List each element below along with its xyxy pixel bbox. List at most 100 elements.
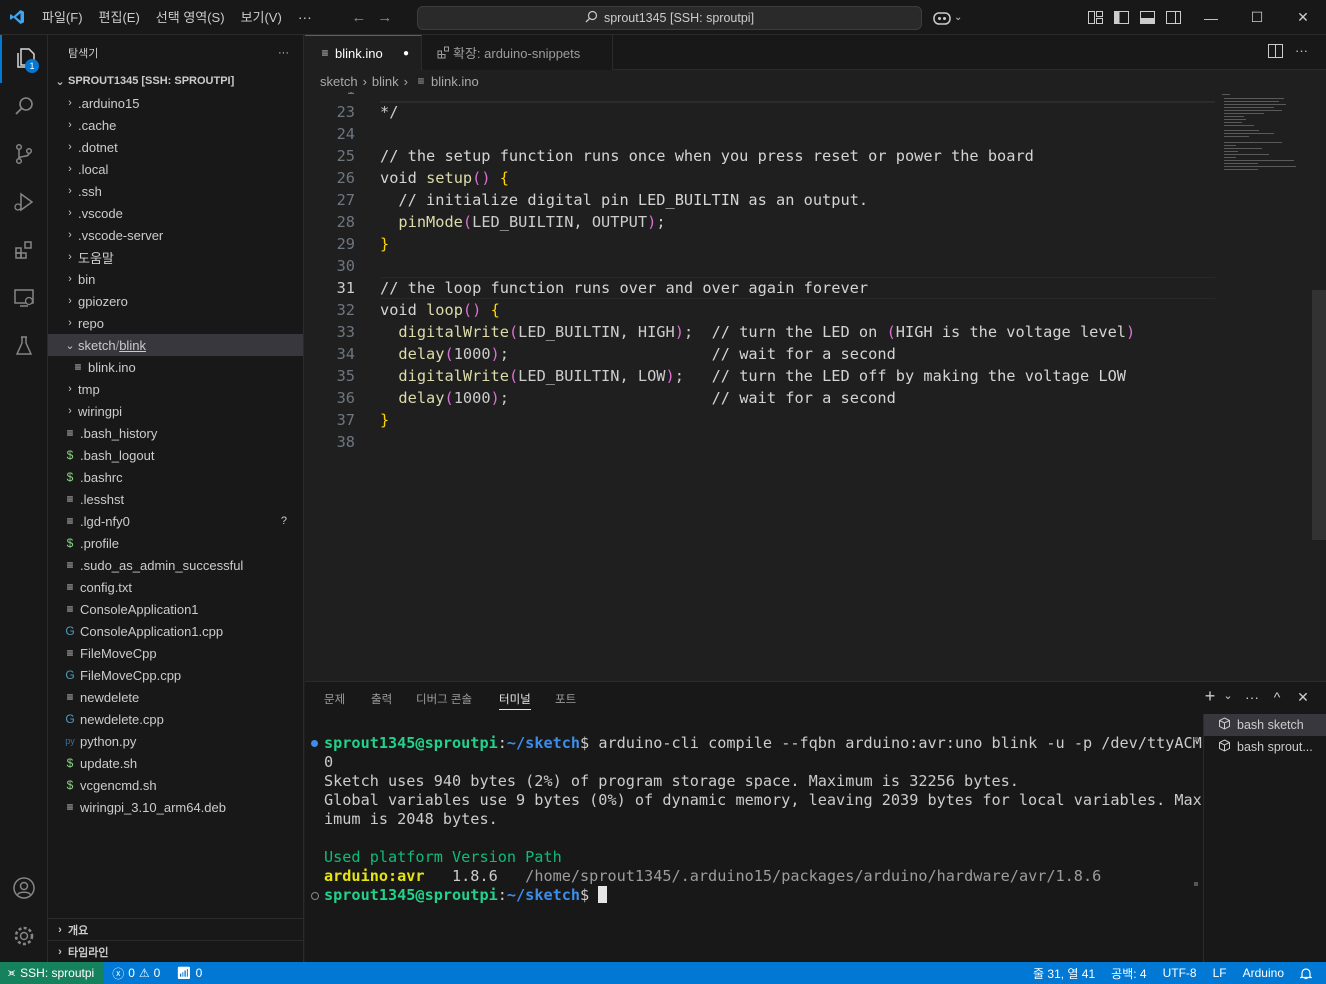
folder-item[interactable]: › gpiozero [48, 290, 303, 312]
close-panel-button[interactable]: ✕ [1292, 689, 1314, 706]
file-item[interactable]: ≡ .lgd-nfy0? [48, 510, 303, 532]
copilot-button[interactable]: ⌄ [932, 0, 962, 35]
code-text: digitalWrite(LED_BUILTIN, LOW); // turn … [398, 367, 1127, 385]
split-editor-icon[interactable] [1268, 44, 1283, 61]
customize-layout-icon[interactable] [1082, 0, 1108, 35]
breadcrumb-blink[interactable]: blink [372, 74, 399, 89]
folder-item[interactable]: › wiringpi [48, 400, 303, 422]
terminal-line: arduino:avr 1.8.6 /home/sprout1345/.ardu… [324, 867, 1101, 886]
folder-item[interactable]: › .local [48, 158, 303, 180]
tab-terminal[interactable]: 터미널 [499, 682, 531, 716]
folder-item[interactable]: › .dotnet [48, 136, 303, 158]
file-item[interactable]: $ vcgencmd.sh [48, 774, 303, 796]
problems-status[interactable]: ⓧ 0 ⚠ 0 [104, 965, 168, 982]
file-item[interactable]: G ConsoleApplication1.cpp [48, 620, 303, 642]
terminal-item-bash-sprout[interactable]: bash sprout... [1204, 736, 1326, 758]
tree-item-label: .vscode-server [78, 227, 164, 243]
folder-item[interactable]: › bin [48, 268, 303, 290]
explorer-more-button[interactable]: ··· [278, 47, 289, 59]
file-item[interactable]: ≡ config.txt [48, 576, 303, 598]
file-item[interactable]: ≡ wiringpi_3.10_arm64.deb [48, 796, 303, 818]
folder-item[interactable]: › .vscode-server [48, 224, 303, 246]
file-item[interactable]: $ .bash_logout [48, 444, 303, 466]
folder-item[interactable]: › .ssh [48, 180, 303, 202]
tab-output[interactable]: 출력 [371, 682, 392, 716]
file-item[interactable]: ≡ .bash_history [48, 422, 303, 444]
workspace-root[interactable]: ⌄ SPROUT1345 [SSH: SPROUTPI] [48, 70, 303, 92]
ports-status[interactable]: 📶︎ 0 [168, 966, 210, 980]
tree-item-label[interactable]: blink [119, 338, 146, 353]
file-item[interactable]: ≡ .sudo_as_admin_successful [48, 554, 303, 576]
file-item[interactable]: ≡ .lesshst [48, 488, 303, 510]
file-item[interactable]: $ .bashrc [48, 466, 303, 488]
outline-section[interactable]: › 개요 [48, 918, 303, 940]
toggle-primary-sidebar-icon[interactable] [1108, 0, 1134, 35]
folder-item[interactable]: › repo [48, 312, 303, 334]
menu-edit[interactable]: 편집(E) [91, 0, 148, 35]
forward-arrow-icon[interactable]: → [372, 9, 398, 26]
minimize-button[interactable]: — [1188, 0, 1234, 35]
file-item[interactable]: G FileMoveCpp.cpp [48, 664, 303, 686]
manage-button[interactable] [0, 913, 48, 961]
tab-problems[interactable]: 문제 [324, 682, 345, 716]
end-of-line[interactable]: LF [1205, 966, 1235, 980]
back-arrow-icon[interactable]: ← [346, 9, 372, 26]
extensions-button[interactable] [0, 227, 48, 275]
folder-item[interactable]: › 도움말 [48, 246, 303, 268]
panel-more-button[interactable]: ··· [1241, 689, 1263, 705]
toggle-panel-icon[interactable] [1134, 0, 1160, 35]
tab-extension-arduino-snippets[interactable]: 확장: arduino-snippets [423, 35, 613, 70]
terminal-item-bash-sketch[interactable]: bash sketch [1204, 714, 1326, 736]
menu-view[interactable]: 보기(V) [233, 0, 290, 35]
file-item[interactable]: Gnewdelete.cpp [48, 708, 303, 730]
folder-item[interactable]: › tmp [48, 378, 303, 400]
testing-button[interactable] [0, 323, 48, 371]
toggle-secondary-sidebar-icon[interactable] [1160, 0, 1186, 35]
close-window-button[interactable]: ✕ [1280, 0, 1326, 35]
file-item[interactable]: ≡ ConsoleApplication1 [48, 598, 303, 620]
terminal-profile-dropdown[interactable]: ⌄ [1217, 689, 1239, 702]
breadcrumb-sketch[interactable]: sketch [320, 74, 358, 89]
file-lines-icon: ≡ [66, 602, 74, 616]
remote-explorer-button[interactable] [0, 275, 48, 323]
file-item[interactable]: ≡ FileMoveCpp [48, 642, 303, 664]
explorer-button[interactable]: 1 [0, 35, 48, 83]
minimap[interactable] [1220, 92, 1315, 182]
tab-ports[interactable]: 포트 [555, 682, 576, 716]
terminal-output[interactable]: sprout1345@sproutpi:~/sketch$ arduino-cl… [305, 730, 1202, 958]
language-mode[interactable]: Arduino [1235, 966, 1292, 980]
cursor-position[interactable]: 줄 31, 열 41 [1025, 965, 1103, 982]
source-control-button[interactable] [0, 131, 48, 179]
editor-scrollbar-thumb[interactable] [1312, 290, 1326, 540]
folder-item[interactable]: › .vscode [48, 202, 303, 224]
folder-item[interactable]: › .cache [48, 114, 303, 136]
file-item[interactable]: $ .profile [48, 532, 303, 554]
run-debug-button[interactable] [0, 179, 48, 227]
editor-more-button[interactable]: ··· [1295, 43, 1308, 58]
menu-file[interactable]: 파일(F) [34, 0, 91, 35]
tab-blink-ino[interactable]: ≡ blink.ino ● [305, 35, 422, 70]
maximize-button[interactable]: ☐ [1234, 0, 1280, 35]
folder-item[interactable]: ⌄ sketch / blink [48, 334, 303, 356]
accounts-button[interactable] [0, 865, 48, 913]
encoding[interactable]: UTF-8 [1155, 966, 1205, 980]
menu-selection[interactable]: 선택 영역(S) [148, 0, 233, 35]
notifications-bell-icon[interactable] [1292, 967, 1326, 980]
file-item[interactable]: $ update.sh [48, 752, 303, 774]
file-item[interactable]: ≡ newdelete [48, 686, 303, 708]
tab-debug-console[interactable]: 디버그 콘솔 [416, 682, 472, 716]
maximize-panel-button[interactable]: ^ [1266, 689, 1288, 705]
file-item[interactable]: py python.py [48, 730, 303, 752]
breadcrumb-file[interactable]: blink.ino [431, 74, 479, 89]
timeline-section[interactable]: › 타임라인 [48, 940, 303, 962]
unsaved-dot-icon[interactable]: ● [403, 48, 409, 59]
remote-indicator[interactable]: ⪤ SSH: sproutpi [0, 962, 105, 984]
code-editor[interactable]: 1 23 */ 24 25 // the setup function runs onc… [305, 92, 1326, 681]
command-center-search[interactable]: sprout1345 [SSH: sproutpi] [417, 6, 922, 30]
menu-more[interactable]: ··· [290, 9, 320, 25]
indentation[interactable]: 공백: 4 [1103, 965, 1154, 982]
folder-item[interactable]: › .arduino15 [48, 92, 303, 114]
search-view-button[interactable] [0, 83, 48, 131]
file-item[interactable]: ≡ blink.ino [48, 356, 303, 378]
file-lines-icon: ≡ [417, 74, 425, 88]
